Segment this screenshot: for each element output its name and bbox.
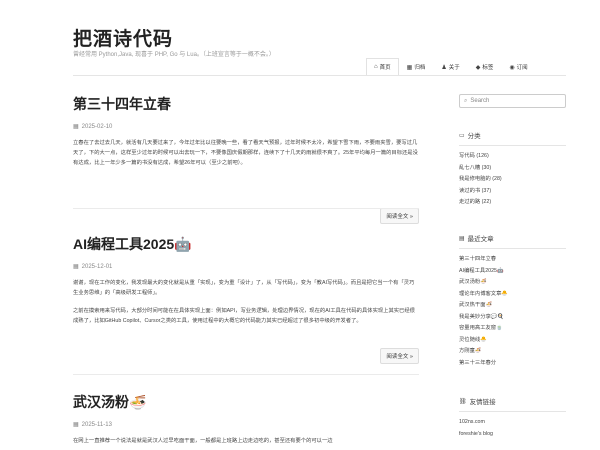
- nav-divider: [73, 75, 566, 76]
- search-placeholder: Search: [470, 98, 490, 104]
- recent-post-item[interactable]: 我是美妙分享💬🍳: [459, 312, 566, 324]
- recent-posts-widget: ▤ 最近文章 第三十四年立春 AI编程工具2025🤖 武汉汤粉🍜 理论年内博客文章…: [459, 233, 566, 369]
- post-title[interactable]: AI编程工具2025🤖: [73, 234, 419, 254]
- calendar-icon: ▦: [73, 422, 79, 428]
- post-date-text: 2025-02-10: [81, 123, 113, 130]
- search-input[interactable]: ⌕ Search: [459, 94, 566, 108]
- nav-tags[interactable]: ◆ 标签: [468, 58, 502, 75]
- post-date: ▦ 2025-11-13: [73, 421, 419, 429]
- nav-label: 订阅: [516, 65, 528, 71]
- recent-post-item[interactable]: 第三十三年春分: [459, 358, 566, 370]
- categories-widget: ▭ 分类 写代码 (126) 乱七八糟 (30) 我是修电脑的 (28) 读过的书…: [459, 130, 566, 209]
- post-title[interactable]: 第三十四年立春: [73, 94, 419, 114]
- post-item: 第三十四年立春 ▦ 2025-02-10 立春在了去过去几天，就活有几天要过来了，…: [73, 94, 419, 224]
- post-date: ▦ 2025-12-01: [73, 263, 419, 271]
- widget-title-text: 友情链接: [469, 399, 496, 406]
- recent-post-item[interactable]: 武汉汤粉🍜: [459, 277, 566, 289]
- read-more-button[interactable]: 阅读全文 »: [380, 348, 419, 364]
- nav-label: 归档: [414, 65, 426, 71]
- recent-post-item[interactable]: AI编程工具2025🤖: [459, 266, 566, 278]
- folder-icon: ▭: [459, 132, 465, 139]
- category-item[interactable]: 走过的路 (22): [459, 197, 566, 209]
- nav-label: 首页: [379, 65, 391, 71]
- link-icon: ⛓: [459, 398, 467, 405]
- nav-home[interactable]: ⌂ 首页: [366, 58, 399, 75]
- home-icon: ⌂: [374, 64, 378, 70]
- tag-icon: ◆: [475, 64, 481, 71]
- nav-label: 标签: [482, 65, 494, 71]
- nav-label: 关于: [448, 65, 460, 71]
- post-divider: [73, 374, 419, 375]
- widget-title: ▭ 分类: [459, 130, 566, 146]
- post-date-text: 2025-12-01: [81, 263, 113, 270]
- post-item: AI编程工具2025🤖 ▦ 2025-12-01 谢谢，现在工作的变化，我发现最大…: [73, 234, 419, 364]
- post-excerpt: 立春在了去过去几天，就活有几天要过来了，今年过年比以往要晚一些，看了看天气预报，…: [73, 140, 418, 166]
- category-item[interactable]: 我是修电脑的 (28): [459, 174, 566, 186]
- links-widget: ⛓ 友情链接 102ns.com foreshie's blog: [459, 396, 566, 440]
- rss-icon: ◉: [509, 64, 515, 71]
- post-item: 武汉汤粉🍜 ▦ 2025-11-13 在网上一直推荐一个说法是就是武汉人过早吃面干…: [73, 392, 419, 446]
- recent-post-item[interactable]: 方刚童🍜: [459, 346, 566, 358]
- main-nav: ⌂ 首页 ▦ 归档 ♟ 关于 ◆ 标签 ◉ 订阅: [366, 58, 536, 75]
- nav-rss[interactable]: ◉ 订阅: [501, 58, 535, 75]
- sidebar: ⌕ Search ▭ 分类 写代码 (126) 乱七八糟 (30) 我是修电脑的 …: [459, 94, 566, 437]
- document-icon: ▤: [459, 235, 465, 242]
- post-excerpt: 在网上一直推荐一个说法是就是武汉人过早吃面干面，一般都是上班路上边走边吃的，甚至…: [73, 438, 333, 444]
- widget-title: ▤ 最近文章: [459, 233, 566, 249]
- recent-post-item[interactable]: 理论年内博客文章🐣: [459, 289, 566, 301]
- recent-post-item[interactable]: 灵位随线🐣: [459, 335, 566, 347]
- calendar-icon: ▦: [73, 264, 79, 270]
- nav-about[interactable]: ♟ 关于: [433, 58, 467, 75]
- category-item[interactable]: 写代码 (126): [459, 151, 566, 163]
- friend-link-item[interactable]: foreshie's blog: [459, 429, 566, 441]
- post-excerpt: 谢谢，现在工作的变化，我发现最大的变化就是从重「实现」，变为重「设计」了，从「写…: [73, 280, 415, 296]
- post-date-text: 2025-11-13: [81, 421, 112, 428]
- read-more-button[interactable]: 阅读全文 »: [380, 208, 419, 224]
- category-item[interactable]: 乱七八糟 (30): [459, 163, 566, 175]
- recent-post-item[interactable]: 容量用高工友窗🍵: [459, 323, 566, 335]
- search-icon: ⌕: [464, 97, 468, 104]
- post-date: ▦ 2025-02-10: [73, 123, 419, 131]
- widget-title-text: 最近文章: [467, 236, 494, 243]
- archive-icon: ▦: [406, 64, 413, 71]
- post-excerpt: 之前在摸索用来写代码，大部分时间可能在在具体实现上面：例如API，写业务逻辑，处…: [73, 308, 415, 324]
- widget-title-text: 分类: [467, 133, 481, 140]
- nav-archive[interactable]: ▦ 归档: [399, 58, 434, 75]
- post-divider: [73, 208, 419, 209]
- friend-link-item[interactable]: 102ns.com: [459, 417, 566, 429]
- site-title[interactable]: 把酒诗代码: [73, 24, 173, 51]
- user-icon: ♟: [441, 64, 447, 71]
- widget-title: ⛓ 友情链接: [459, 396, 566, 412]
- recent-post-item[interactable]: 武汉热干面🍜: [459, 300, 566, 312]
- category-item[interactable]: 读过的书 (37): [459, 186, 566, 198]
- post-title[interactable]: 武汉汤粉🍜: [73, 392, 419, 412]
- site-tagline: 曾经常用 Python,Java, 现喜于 PHP, Go 与 Lua。（上班宣…: [73, 52, 275, 58]
- calendar-icon: ▦: [73, 124, 79, 130]
- recent-post-item[interactable]: 第三十四年立春: [459, 254, 566, 266]
